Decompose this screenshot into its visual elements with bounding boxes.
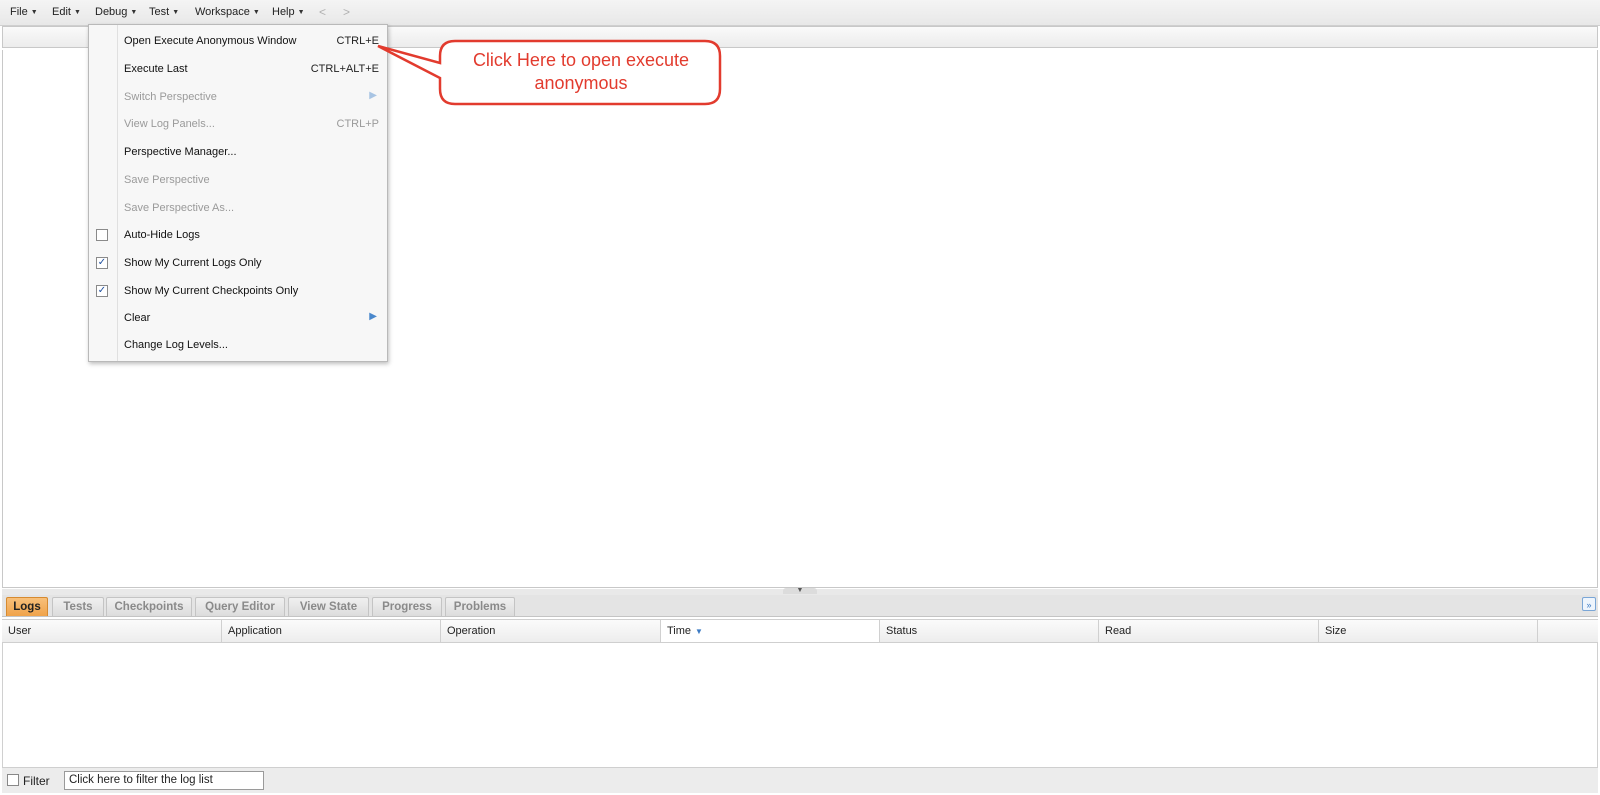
callout-text: Click Here to open execute anonymous: [440, 49, 722, 95]
callout-line-2: anonymous: [534, 73, 628, 93]
callout-line-1: Click Here to open execute: [472, 50, 690, 70]
callout-bubble: [377, 39, 722, 106]
